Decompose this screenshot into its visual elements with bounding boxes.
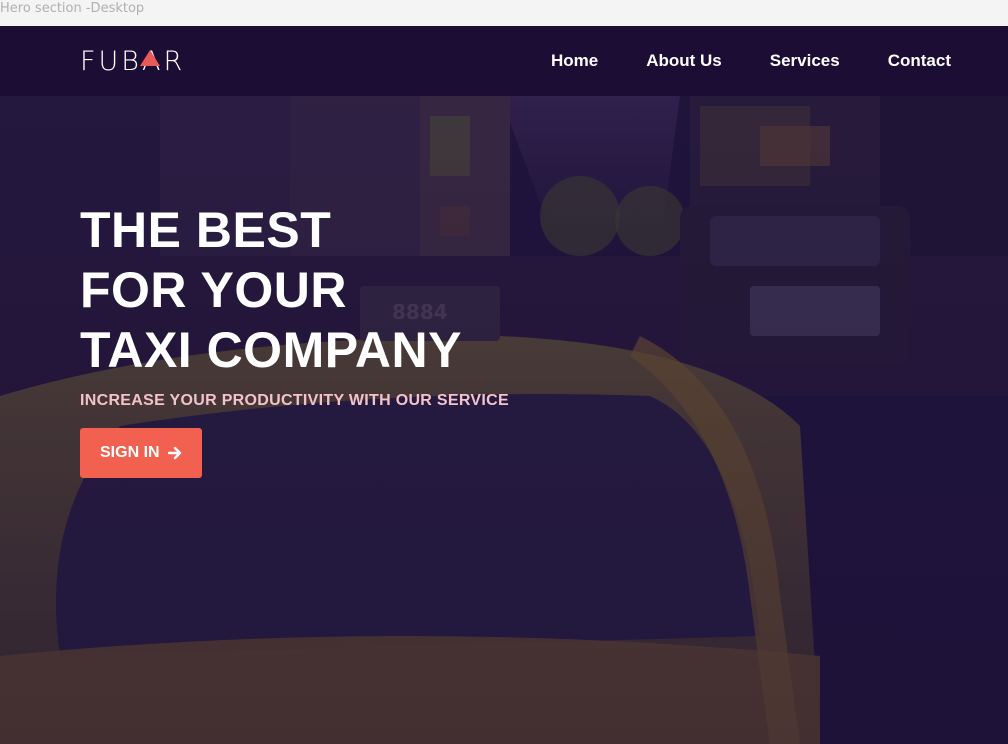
logo-icon: FUBAR	[80, 46, 185, 77]
logo-text: FUBAR	[80, 46, 185, 74]
hero-title-line-1: THE BEST	[80, 202, 332, 258]
hero-content: THE BEST FOR YOUR TAXI COMPANY INCREASE …	[80, 200, 509, 478]
hero-subtitle: INCREASE YOUR PRODUCTIVITY WITH OUR SERV…	[80, 392, 509, 409]
hero: 8884 THE BEST FOR YOUR TAXI COMPANY INCR…	[0, 96, 1008, 744]
nav-about-us[interactable]: About Us	[646, 51, 722, 71]
nav-services[interactable]: Services	[770, 51, 840, 71]
sign-in-button[interactable]: SIGN IN	[80, 428, 202, 478]
logo[interactable]: FUBAR	[80, 46, 198, 77]
navbar: FUBAR Home About Us Services Contact	[0, 26, 1008, 96]
hero-frame: FUBAR Home About Us Services Contact THE…	[0, 26, 1008, 744]
frame-label: Hero section -Desktop	[0, 1, 145, 16]
hero-title: THE BEST FOR YOUR TAXI COMPANY	[80, 200, 509, 380]
nav-home[interactable]: Home	[551, 51, 598, 71]
hero-title-line-2: FOR YOUR	[80, 262, 347, 318]
sign-in-label: SIGN IN	[100, 444, 160, 461]
nav-links: Home About Us Services Contact	[551, 26, 951, 96]
arrow-right-icon	[167, 446, 181, 460]
hero-title-line-3: TAXI COMPANY	[80, 322, 462, 378]
nav-contact[interactable]: Contact	[888, 51, 951, 71]
